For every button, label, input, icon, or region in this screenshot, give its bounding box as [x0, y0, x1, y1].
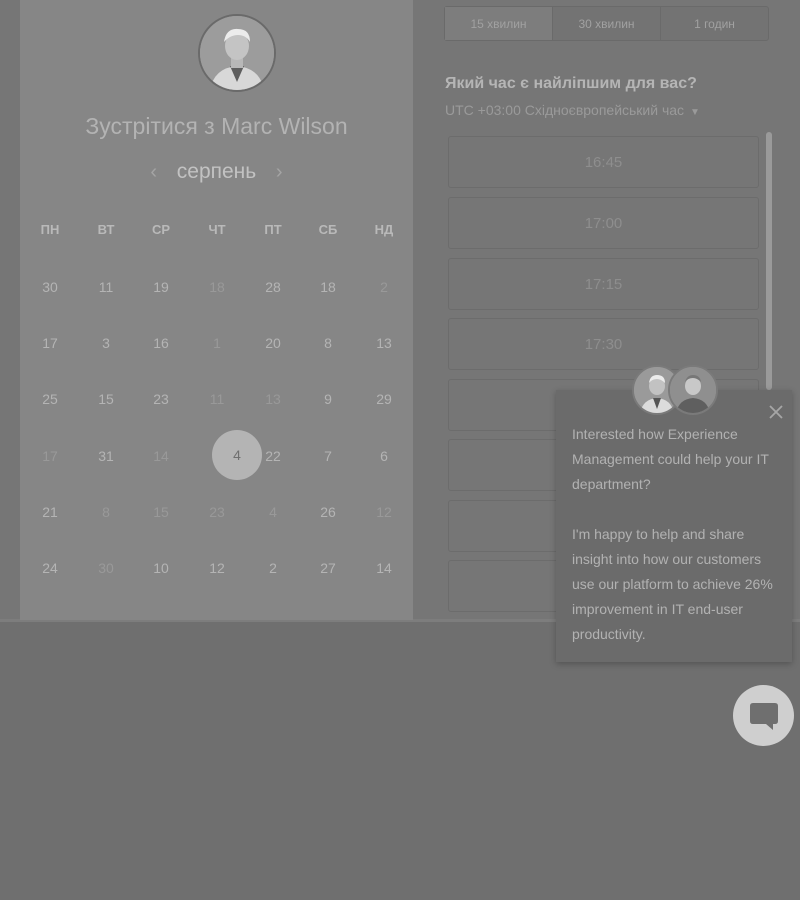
time-slot[interactable]: 17:30 [448, 318, 759, 370]
calendar-day: 15 [98, 391, 114, 407]
time-slot[interactable]: 17:00 [448, 197, 759, 249]
calendar-day: 3 [102, 335, 110, 351]
chat-message: Interested how Experience Management cou… [572, 426, 773, 642]
calendar-day: 18 [209, 279, 225, 295]
tab-1-hour[interactable]: 1 годин [661, 7, 768, 40]
calendar-day: 2 [380, 279, 388, 295]
calendar-day: 7 [324, 448, 332, 464]
time-slot[interactable]: 17:15 [448, 258, 759, 310]
calendar-day: 22 [265, 448, 281, 464]
calendar-day: 28 [265, 279, 281, 295]
chat-bubble-icon [749, 702, 778, 730]
calendar-day: 11 [209, 391, 225, 407]
calendar-day: 12 [209, 560, 225, 576]
calendar-day: 14 [153, 448, 169, 464]
chat-popup: Interested how Experience Management cou… [556, 365, 792, 662]
calendar-day: 19 [153, 279, 169, 295]
calendar-day: 17 [42, 448, 58, 464]
chat-launcher-button[interactable] [733, 685, 794, 746]
calendar-day: 30 [98, 560, 114, 576]
calendar-grid: 30 11 19 18 28 18 2 17 3 16 1 20 8 13 25… [20, 0, 413, 620]
calendar-day: 12 [376, 504, 392, 520]
calendar-day: 8 [102, 504, 110, 520]
duration-selector: 15 хвилин 30 хвилин 1 годин [444, 6, 769, 41]
calendar-day: 24 [42, 560, 58, 576]
timezone-select[interactable]: UTC +03:00 Східноєвропейський час ▼ [445, 102, 700, 118]
calendar-day: 25 [42, 391, 58, 407]
calendar-day: 21 [42, 504, 58, 520]
calendar-day: 15 [153, 504, 169, 520]
calendar-panel: Зустрітися з Marc Wilson ‹ серпень › ПН … [20, 0, 413, 620]
calendar-day: 23 [153, 391, 169, 407]
time-slot[interactable]: 16:45 [448, 136, 759, 188]
calendar-day: 31 [98, 448, 114, 464]
calendar-day: 20 [265, 335, 281, 351]
calendar-day: 30 [42, 279, 58, 295]
calendar-day: 6 [380, 448, 388, 464]
calendar-day: 18 [320, 279, 336, 295]
calendar-day: 29 [376, 391, 392, 407]
tab-15-minutes[interactable]: 15 хвилин [445, 7, 553, 40]
calendar-day: 2 [269, 560, 277, 576]
calendar-day: 14 [376, 560, 392, 576]
calendar-day: 4 [269, 504, 277, 520]
calendar-day: 27 [320, 560, 336, 576]
close-icon[interactable] [766, 402, 786, 422]
calendar-day: 16 [153, 335, 169, 351]
calendar-day: 17 [42, 335, 58, 351]
caret-down-icon: ▼ [690, 107, 700, 118]
calendar-day: 26 [320, 504, 336, 520]
tab-30-minutes[interactable]: 30 хвилин [553, 7, 661, 40]
agent-avatar [668, 365, 718, 415]
calendar-day: 13 [265, 391, 281, 407]
calendar-day: 1 [213, 335, 221, 351]
calendar-day: 23 [209, 504, 225, 520]
calendar-day: 13 [376, 335, 392, 351]
calendar-day: 11 [98, 279, 114, 295]
calendar-day: 8 [324, 335, 332, 351]
time-question: Який час є найліпшим для вас? [445, 75, 697, 92]
agent-avatars [632, 365, 718, 417]
calendar-day: 9 [324, 391, 332, 407]
time-slot-scrollbar[interactable] [766, 132, 772, 390]
timezone-label: UTC +03:00 Східноєвропейський час [445, 102, 685, 118]
calendar-day: 10 [153, 560, 169, 576]
